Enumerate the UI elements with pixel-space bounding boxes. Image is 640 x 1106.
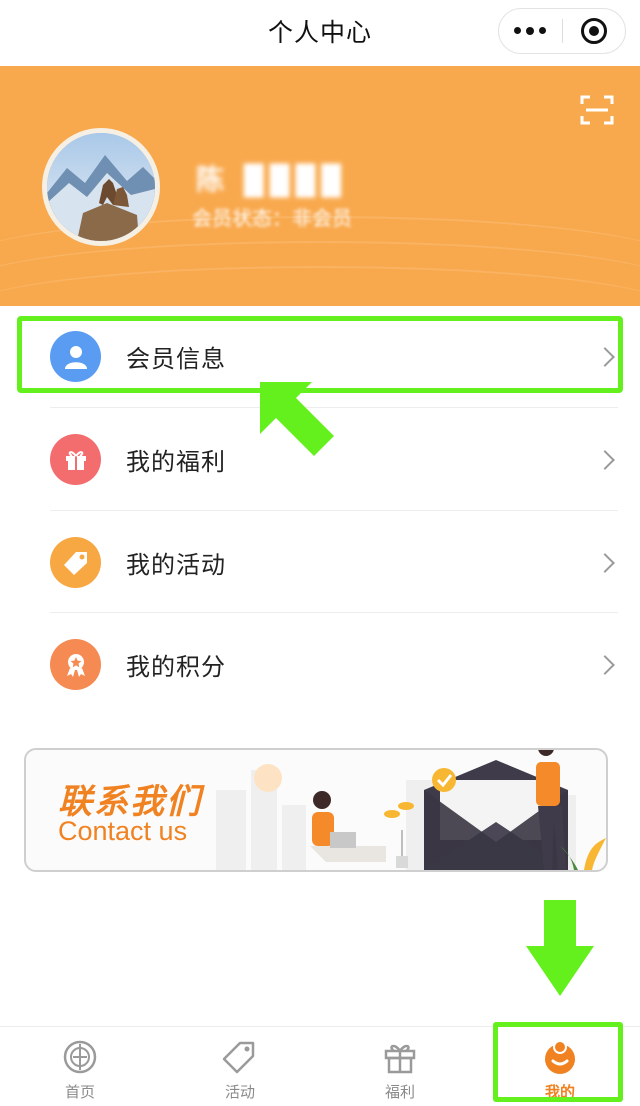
menu-item-my-activities[interactable]: 我的活动 xyxy=(0,511,640,614)
tag-icon xyxy=(50,537,101,588)
home-icon xyxy=(63,1040,97,1074)
chevron-right-icon xyxy=(595,449,615,470)
nav-bar: 个人中心 xyxy=(0,0,640,62)
avatar-wolf-image xyxy=(47,133,155,241)
tag-icon xyxy=(222,1041,255,1074)
tab-benefits[interactable]: 福利 xyxy=(320,1027,480,1106)
profile-header: 陈 ████ 会员状态：非会员 xyxy=(0,66,640,306)
annotation-highlight-box xyxy=(493,1022,623,1102)
menu-item-label: 我的福利 xyxy=(126,449,226,476)
tab-activities[interactable]: 活动 xyxy=(160,1027,320,1106)
tab-label: 活动 xyxy=(224,1084,255,1101)
contact-us-banner[interactable]: 联系我们 Contact us xyxy=(24,748,608,872)
more-options-icon[interactable] xyxy=(499,27,562,35)
badge-icon xyxy=(50,639,101,690)
gift-icon xyxy=(50,434,101,485)
tab-home[interactable]: 首页 xyxy=(0,1027,160,1106)
menu-item-label: 我的活动 xyxy=(126,552,226,579)
tab-label: 福利 xyxy=(384,1084,415,1101)
chevron-right-icon xyxy=(595,552,615,573)
username: 陈 ████ xyxy=(196,164,348,195)
mini-program-capsule xyxy=(498,8,626,54)
tab-label: 首页 xyxy=(64,1084,95,1101)
member-status: 会员状态：非会员 xyxy=(192,208,352,230)
annotation-arrow-icon xyxy=(260,382,334,456)
chevron-right-icon xyxy=(595,654,615,675)
gift-icon xyxy=(384,1044,416,1074)
menu-item-my-points[interactable]: 我的积分 xyxy=(0,613,640,716)
page-title: 个人中心 xyxy=(267,19,372,47)
close-program-icon[interactable] xyxy=(563,18,626,44)
scan-icon[interactable] xyxy=(580,94,614,126)
banner-title-en: Contact us xyxy=(58,816,188,846)
annotation-arrow-icon xyxy=(526,900,594,996)
avatar[interactable] xyxy=(42,128,160,246)
menu-item-label: 我的积分 xyxy=(126,654,226,681)
